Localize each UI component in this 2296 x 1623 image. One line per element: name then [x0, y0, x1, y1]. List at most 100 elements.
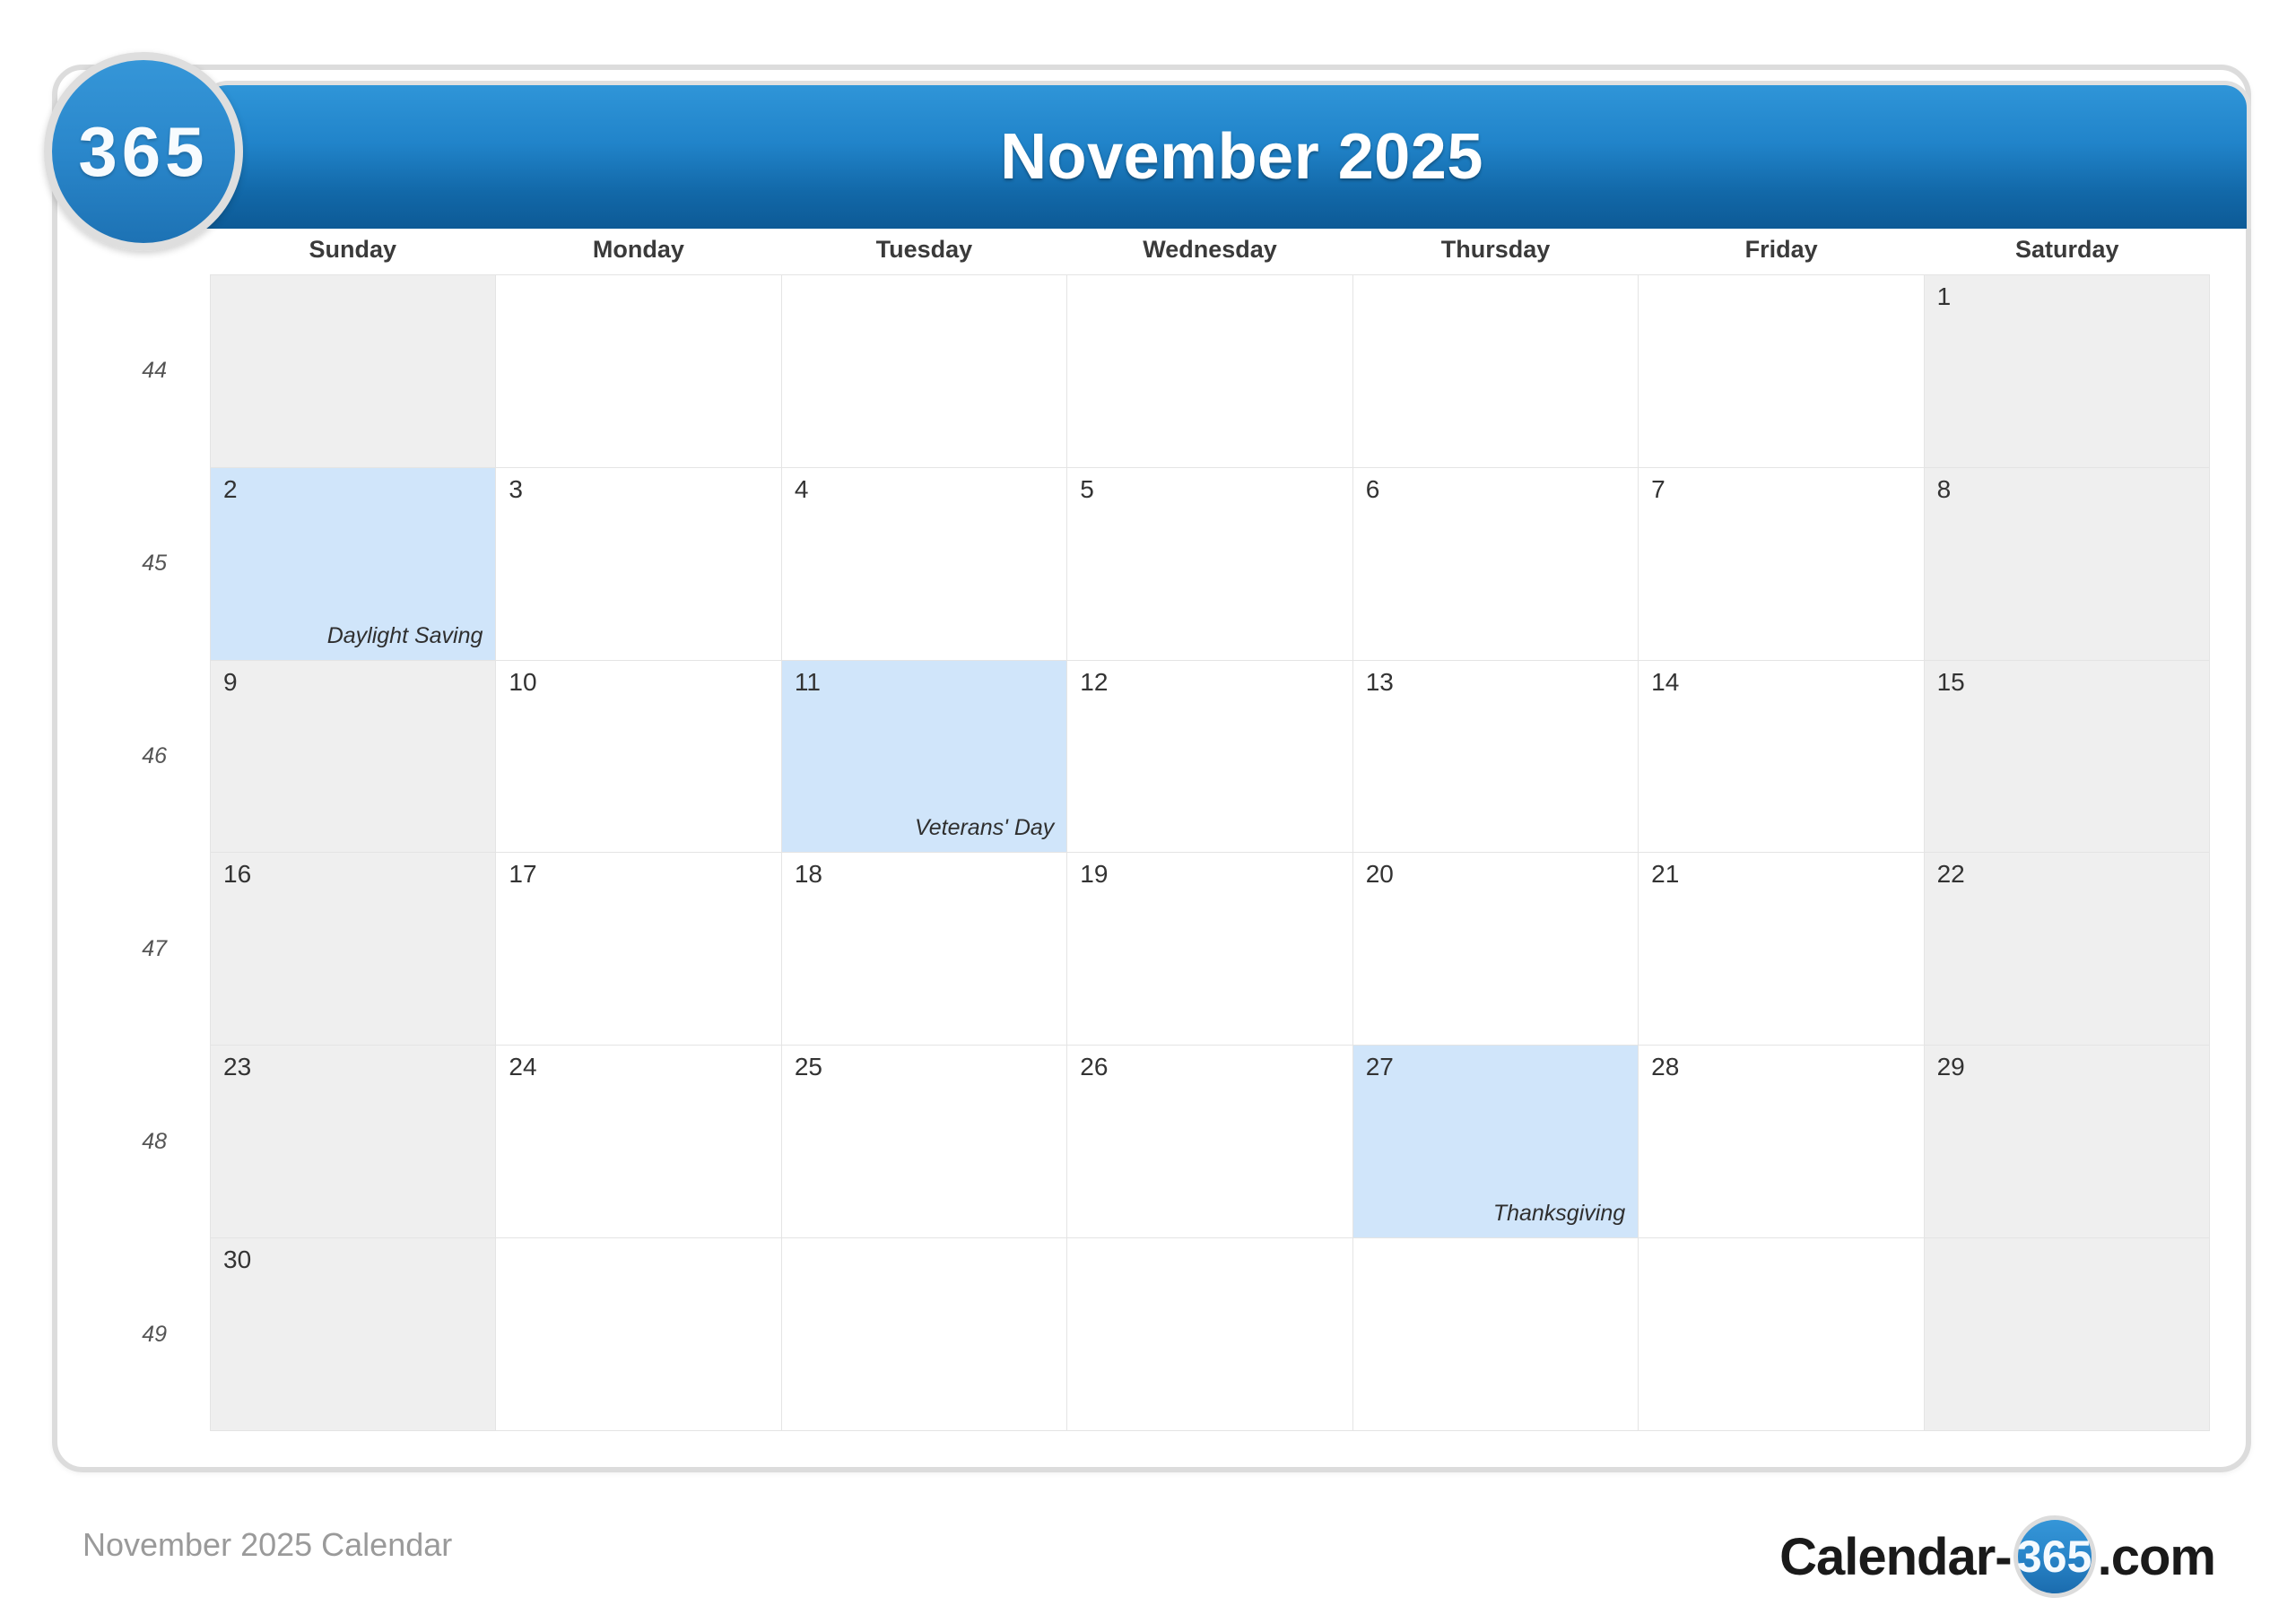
- day-cell[interactable]: 19: [1067, 853, 1353, 1046]
- day-cell[interactable]: 17: [496, 853, 782, 1046]
- day-cell-empty: [1352, 1238, 1639, 1431]
- day-number: 20: [1365, 860, 1394, 889]
- day-number: 15: [1936, 667, 1965, 696]
- day-number: 11: [794, 667, 821, 696]
- day-number: 21: [1651, 860, 1680, 889]
- day-cell[interactable]: 21: [1639, 853, 1925, 1046]
- day-number: 25: [794, 1053, 822, 1081]
- day-cell[interactable]: 6: [1352, 467, 1639, 661]
- day-cell[interactable]: 20: [1352, 853, 1639, 1046]
- day-number: 9: [223, 667, 238, 696]
- day-number: 27: [1365, 1053, 1394, 1081]
- weekday-header-friday: Friday: [1744, 236, 1818, 263]
- footer-logo-suffix: .com: [2097, 1527, 2216, 1586]
- day-cell[interactable]: 27 Thanksgiving: [1352, 1046, 1639, 1239]
- day-cell-empty: [1924, 1238, 2210, 1431]
- day-number: 18: [794, 860, 822, 889]
- day-cell[interactable]: 24: [496, 1046, 782, 1239]
- day-cell[interactable]: 10: [496, 660, 782, 854]
- day-number: 30: [223, 1245, 252, 1274]
- day-cell[interactable]: 11 Veterans' Day: [781, 660, 1068, 854]
- calendar-body: 3 6 5 Sunday Monday Tuesday Wednesday Thursday…: [57, 231, 2246, 1467]
- day-number: 17: [509, 860, 537, 889]
- day-cell[interactable]: 25: [781, 1046, 1068, 1239]
- day-cell-empty: [1352, 275, 1639, 468]
- weekday-header-row: Sunday Monday Tuesday Wednesday Thursday Frid…: [210, 231, 2210, 267]
- logo-badge-text: 365: [78, 111, 209, 191]
- day-number: 2: [223, 474, 238, 503]
- footer-site-logo[interactable]: Calendar- 365 .com: [1779, 1515, 2216, 1598]
- day-event-label: Daylight Saving: [326, 622, 483, 648]
- day-number: 13: [1365, 667, 1394, 696]
- week-number: 47: [142, 936, 167, 961]
- day-number: 23: [223, 1053, 252, 1081]
- day-number: 14: [1651, 667, 1680, 696]
- logo-365-badge: 365: [44, 52, 243, 251]
- day-cell-empty: [211, 275, 497, 468]
- day-number: 1: [1936, 282, 1952, 310]
- day-grid: 1 2 Daylight Saving 3 4 5 6 7 8 9 10 11 Veterans' Da…: [210, 274, 2210, 1431]
- day-number: 26: [1080, 1053, 1109, 1081]
- day-cell[interactable]: 3: [496, 467, 782, 661]
- day-number: 10: [509, 667, 537, 696]
- day-cell[interactable]: 4: [781, 467, 1068, 661]
- day-cell[interactable]: 18: [781, 853, 1068, 1046]
- day-cell-empty: [781, 1238, 1068, 1431]
- day-cell-empty: [1639, 1238, 1925, 1431]
- day-cell[interactable]: 8: [1924, 467, 2210, 661]
- week-number: 45: [142, 551, 167, 576]
- day-cell[interactable]: 30: [211, 1238, 497, 1431]
- day-number: 3: [509, 474, 523, 503]
- week-number: 46: [142, 743, 167, 768]
- day-cell[interactable]: 23: [211, 1046, 497, 1239]
- day-cell-empty: [1639, 275, 1925, 468]
- day-cell[interactable]: 28: [1639, 1046, 1925, 1239]
- day-cell[interactable]: 29: [1924, 1046, 2210, 1239]
- weekday-header-thursday: Thursday: [1440, 236, 1551, 263]
- day-cell[interactable]: 22: [1924, 853, 2210, 1046]
- week-number: 44: [142, 358, 167, 383]
- day-event-label: Veterans' Day: [914, 815, 1055, 841]
- day-number: 19: [1080, 860, 1109, 889]
- day-cell-empty: [781, 275, 1068, 468]
- day-number: 7: [1651, 474, 1665, 503]
- day-cell[interactable]: 5: [1067, 467, 1353, 661]
- day-number: 22: [1936, 860, 1965, 889]
- week-number: 49: [142, 1322, 167, 1347]
- day-cell[interactable]: 16: [211, 853, 497, 1046]
- day-number: 16: [223, 860, 252, 889]
- day-number: 5: [1080, 474, 1094, 503]
- weekday-header-monday: Monday: [592, 236, 684, 263]
- footer-logo-365-icon: 365: [2013, 1515, 2096, 1598]
- day-cell[interactable]: 2 Daylight Saving: [211, 467, 497, 661]
- day-cell[interactable]: 26: [1067, 1046, 1353, 1239]
- day-number: 6: [1365, 474, 1380, 503]
- calendar-card: November 2025 365 365 SundayMondayTuesda…: [44, 52, 2251, 1472]
- day-number: 29: [1936, 1053, 1965, 1081]
- day-cell[interactable]: 1: [1924, 275, 2210, 468]
- day-number: 8: [1936, 474, 1952, 503]
- week-number-column: 44 45 46 47 48 49: [57, 274, 210, 1431]
- weekday-header-sunday: Sunday: [309, 236, 397, 263]
- day-cell[interactable]: 9: [211, 660, 497, 854]
- day-cell[interactable]: 7: [1639, 467, 1925, 661]
- day-cell-empty: [496, 1238, 782, 1431]
- day-cell[interactable]: 14: [1639, 660, 1925, 854]
- week-number: 48: [142, 1129, 167, 1154]
- page-title: November 2025: [1000, 121, 1483, 193]
- weekday-header-tuesday: Tuesday: [875, 236, 973, 263]
- day-number: 12: [1080, 667, 1109, 696]
- day-number: 28: [1651, 1053, 1680, 1081]
- footer-logo-prefix: Calendar-: [1779, 1527, 2013, 1586]
- page-footer: November 2025 Calendar Calendar- 365 .co…: [0, 1515, 2296, 1623]
- weekday-header-wednesday: Wednesday: [1143, 236, 1277, 263]
- calendar-header-bar: November 2025: [201, 81, 2251, 229]
- day-cell[interactable]: 13: [1352, 660, 1639, 854]
- day-cell-empty: [496, 275, 782, 468]
- day-number: 24: [509, 1053, 537, 1081]
- day-number: 4: [794, 474, 809, 503]
- day-event-label: Thanksgiving: [1492, 1201, 1626, 1227]
- day-cell-empty: [1067, 275, 1353, 468]
- day-cell[interactable]: 12: [1067, 660, 1353, 854]
- day-cell[interactable]: 15: [1924, 660, 2210, 854]
